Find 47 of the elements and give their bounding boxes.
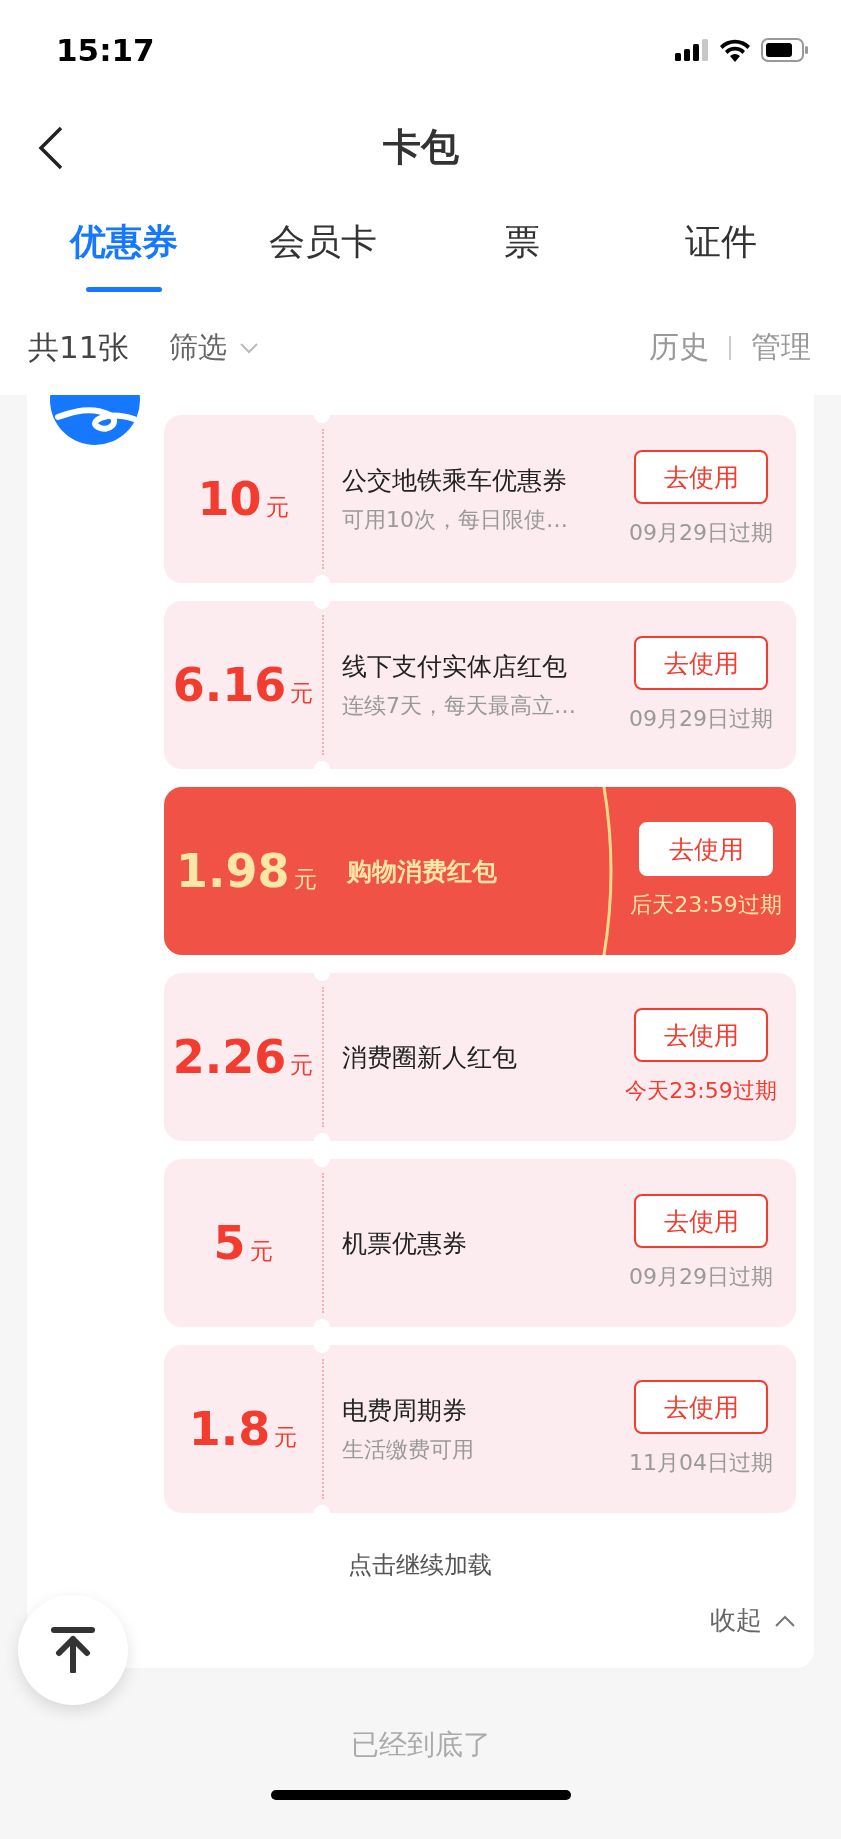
coupon-amount: 6.16 元 [172, 658, 314, 712]
page-title: 卡包 [382, 124, 459, 171]
load-more-link[interactable]: 点击继续加载 [348, 1549, 492, 1581]
use-button[interactable]: 去使用 [639, 822, 773, 876]
expiry-date: 09月29日过期 [629, 705, 773, 733]
tab[interactable]: 票 [422, 195, 622, 300]
battery-icon [761, 38, 809, 62]
coupon-description: 连续7天，每天最高立… [342, 691, 577, 720]
expiry-date: 09月29日过期 [629, 1263, 773, 1291]
coupon-amount: 5 元 [213, 1216, 273, 1270]
coupon-description: 可用10次，每日限使… [342, 505, 569, 534]
coupon-title: 购物消费红包 [346, 855, 497, 888]
tab[interactable]: 优惠券 [24, 195, 224, 300]
use-button[interactable]: 去使用 [634, 450, 768, 504]
chevron-down-icon [239, 341, 260, 354]
signal-icon [675, 39, 709, 61]
expiry-date: 11月04日过期 [629, 1449, 773, 1477]
manage-link[interactable]: 管理 [751, 327, 811, 368]
coupon-title: 电费周期券 [342, 1394, 468, 1427]
coupon-amount: 1.98 元 [176, 844, 317, 898]
tab[interactable]: 会员卡 [223, 195, 423, 300]
collapse-button[interactable]: 收起 [710, 1603, 796, 1638]
coupon-title: 消费圈新人红包 [342, 1041, 518, 1074]
use-button[interactable]: 去使用 [634, 636, 768, 690]
expiry-date: 09月29日过期 [629, 519, 773, 547]
coupon-count: 共11张 [28, 327, 130, 367]
coupon-title: 线下支付实体店红包 [342, 650, 568, 683]
end-of-list-text: 已经到底了 [349, 1727, 492, 1763]
coupon-amount: 2.26 元 [172, 1030, 314, 1084]
expiry-date: 后天23:59过期 [630, 891, 782, 919]
coupon-description: 生活缴费可用 [342, 1435, 475, 1464]
history-link[interactable]: 历史 [649, 327, 709, 368]
status-time: 15:17 [56, 32, 155, 68]
wifi-icon [719, 38, 751, 62]
use-button[interactable]: 去使用 [634, 1194, 768, 1248]
use-button[interactable]: 去使用 [634, 1008, 768, 1062]
tab[interactable]: 证件 [621, 195, 821, 300]
back-icon[interactable] [37, 126, 65, 170]
coupon-title: 机票优惠券 [342, 1227, 468, 1260]
use-button[interactable]: 去使用 [634, 1380, 768, 1434]
coupon-title: 公交地铁乘车优惠券 [342, 464, 568, 497]
arrow-up-icon [51, 1627, 95, 1673]
filter-dropdown[interactable]: 筛选 [169, 327, 260, 368]
chevron-up-icon [774, 1614, 796, 1627]
coupon-amount: 1.8 元 [188, 1402, 298, 1456]
expiry-date: 今天23:59过期 [625, 1077, 777, 1105]
coupon-amount: 10 元 [197, 472, 289, 526]
